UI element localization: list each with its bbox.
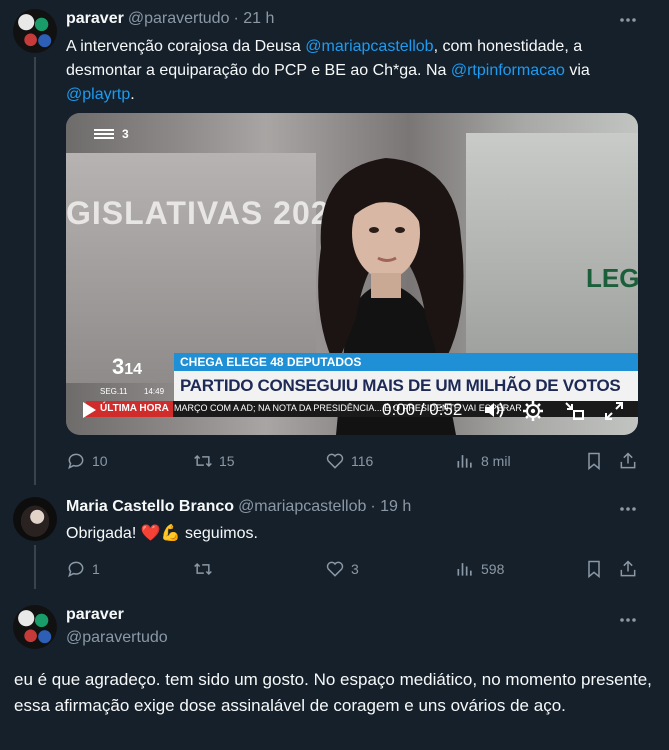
mention-link[interactable]: @mariapcastellob xyxy=(305,38,433,55)
reply-button[interactable]: 10 xyxy=(66,451,108,471)
logo-number: 3 xyxy=(112,354,125,379)
reply-icon xyxy=(68,453,84,470)
views-button[interactable]: 8 mil xyxy=(455,451,511,471)
text-segment: A intervenção corajosa da Deusa xyxy=(66,38,306,55)
retweet-count: 15 xyxy=(219,453,235,469)
mention-link[interactable]: @playrtp xyxy=(66,86,130,103)
video-player[interactable]: GISLATIVAS 2024 LEG 3 314 SEG.11 14:49 C… xyxy=(66,113,638,435)
author-name[interactable]: Maria Castello Branco xyxy=(66,498,234,516)
views-icon xyxy=(457,455,472,468)
retweet-button[interactable]: 15 xyxy=(193,451,235,471)
heart-icon xyxy=(326,453,344,469)
side-text: LEG xyxy=(586,263,638,293)
text-segment: . xyxy=(130,86,135,103)
text-segment: seguimos. xyxy=(180,525,258,542)
date-label: SEG.11 xyxy=(100,387,128,396)
views-count: 598 xyxy=(481,561,505,577)
views-count: 8 mil xyxy=(481,453,511,469)
fullscreen-icon[interactable] xyxy=(603,400,625,422)
bookmark-icon xyxy=(588,560,600,579)
like-button[interactable]: 116 xyxy=(325,451,373,471)
heart-emoji: ❤️ xyxy=(140,525,161,542)
rtp-logo: 314 xyxy=(112,354,142,380)
reply-count: 10 xyxy=(92,453,108,469)
share-button[interactable] xyxy=(618,451,638,471)
author-handle[interactable]: @paravertudo xyxy=(128,10,230,28)
subline-text: PARTIDO CONSEGUIU MAIS DE UM MILHÃO DE V… xyxy=(180,376,621,395)
ticker-text: MARÇO COM A AD; NA NOTA DA PRESIDÊNCIA..… xyxy=(174,403,522,413)
video-time: 0:00 / 0:52 xyxy=(382,400,463,419)
bookmark-button[interactable] xyxy=(584,559,604,579)
timestamp[interactable]: · 21 h xyxy=(233,10,274,28)
bookmark-button[interactable] xyxy=(584,451,604,471)
avatar[interactable] xyxy=(13,9,57,53)
ticker-label: ÚLTIMA HORA xyxy=(86,401,173,417)
heart-icon xyxy=(326,561,344,577)
tweet-text: eu é que agradeço. tem sido um gosto. No… xyxy=(14,670,652,715)
avatar[interactable] xyxy=(13,605,57,649)
mention-link[interactable]: @rtpinformacao xyxy=(451,62,565,79)
tweet-header: Maria Castello Branco @mariapcastellob ·… xyxy=(66,498,411,516)
share-icon xyxy=(620,560,636,577)
channel-lines-icon xyxy=(94,129,114,139)
views-icon xyxy=(457,563,472,576)
thread-line xyxy=(34,57,36,485)
like-count: 116 xyxy=(351,453,374,469)
subline-bar: PARTIDO CONSEGUIU MAIS DE UM MILHÃO DE V… xyxy=(174,371,638,401)
retweet-button[interactable] xyxy=(193,559,219,579)
text-segment: Obrigada! xyxy=(66,525,141,542)
retweet-icon xyxy=(194,562,212,576)
channel-badge: 3 xyxy=(94,127,129,141)
more-dots-icon[interactable] xyxy=(617,10,639,30)
views-button[interactable]: 598 xyxy=(455,559,504,579)
reply-button[interactable]: 1 xyxy=(66,559,100,579)
logo-sub: 14 xyxy=(124,361,143,378)
avatar[interactable] xyxy=(13,497,57,541)
more-dots-icon[interactable] xyxy=(617,610,639,630)
retweet-icon xyxy=(194,454,212,468)
more-dots-icon[interactable] xyxy=(617,499,639,519)
minimize-icon[interactable] xyxy=(563,400,585,422)
reply-count: 1 xyxy=(92,561,100,577)
channel-number: 3 xyxy=(122,127,129,141)
headline-bar: CHEGA ELEGE 48 DEPUTADOS xyxy=(174,353,638,371)
author-name[interactable]: paraver xyxy=(66,606,124,624)
tweet-header: paraver @paravertudo · 21 h xyxy=(66,10,274,28)
author-name[interactable]: paraver xyxy=(66,10,124,28)
volume-icon[interactable] xyxy=(483,400,505,420)
author-handle[interactable]: @mariapcastellob xyxy=(238,498,366,516)
timestamp[interactable]: · 19 h xyxy=(370,498,411,516)
ticker-bar: ÚLTIMA HORA MARÇO COM A AD; NA NOTA DA P… xyxy=(86,401,638,417)
author-handle[interactable]: @paravertudo xyxy=(66,629,168,647)
flexed-biceps-emoji: 💪 xyxy=(160,525,181,542)
share-button[interactable] xyxy=(618,559,638,579)
like-count: 3 xyxy=(351,561,359,577)
clock-label: 14:49 xyxy=(144,387,165,396)
tweet-text: Obrigada! ❤️💪 seguimos. xyxy=(66,522,258,546)
reply-icon xyxy=(68,561,84,578)
bookmark-icon xyxy=(588,452,600,471)
text-segment: via xyxy=(564,62,590,79)
like-button[interactable]: 3 xyxy=(325,559,359,579)
thread-line xyxy=(34,545,36,589)
tweet-text: A intervenção corajosa da Deusa @mariapc… xyxy=(66,35,636,107)
headline-text: CHEGA ELEGE 48 DEPUTADOS xyxy=(180,355,362,369)
share-icon xyxy=(620,452,636,469)
settings-gear-icon[interactable] xyxy=(522,400,544,422)
play-icon[interactable] xyxy=(80,401,98,419)
